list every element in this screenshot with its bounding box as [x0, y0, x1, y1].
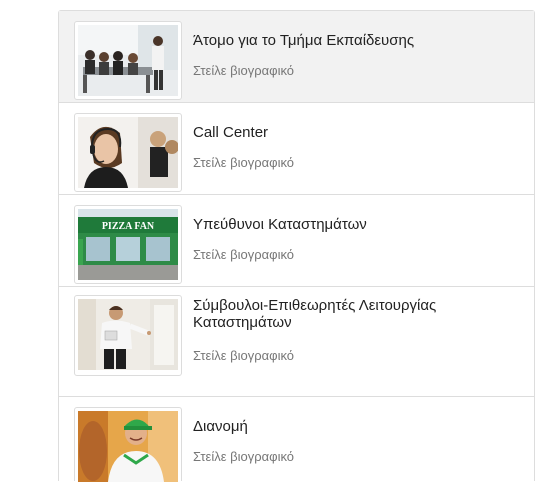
send-cv-link[interactable]: Στείλε βιογραφικό [193, 348, 294, 363]
job-thumbnail[interactable] [74, 113, 182, 192]
send-cv-link[interactable]: Στείλε βιογραφικό [193, 449, 294, 464]
send-cv-link[interactable]: Στείλε βιογραφικό [193, 155, 294, 170]
storefront-sign: PIZZA FAN [102, 221, 155, 232]
inspector-with-tablet-photo [78, 299, 178, 370]
job-item-store-managers[interactable]: PIZZA FAN Υπεύθυνοι Καταστημάτων Στείλε … [59, 195, 534, 287]
job-thumbnail[interactable]: PIZZA FAN [74, 205, 182, 284]
send-cv-link[interactable]: Στείλε βιογραφικό [193, 247, 294, 262]
job-thumbnail[interactable] [74, 295, 182, 376]
pizza-fan-storefront-photo: PIZZA FAN [78, 209, 178, 280]
job-title[interactable]: Διανομή [193, 418, 514, 435]
job-title[interactable]: Call Center [193, 124, 514, 141]
job-title[interactable]: Υπεύθυνοι Καταστημάτων [193, 216, 514, 233]
delivery-person-photo [78, 411, 178, 482]
job-item-inspectors[interactable]: Σύμβουλοι-Επιθεωρητές Λειτουργίας Καταστ… [59, 287, 534, 397]
job-thumbnail[interactable] [74, 21, 182, 100]
job-item-delivery[interactable]: Διανομή Στείλε βιογραφικό [59, 397, 534, 482]
job-listings: Άτομο για το Τμήμα Εκπαίδευσης Στείλε βι… [58, 10, 535, 482]
training-meeting-photo [78, 25, 178, 96]
job-item-call-center[interactable]: Call Center Στείλε βιογραφικό [59, 103, 534, 195]
job-title[interactable]: Άτομο για το Τμήμα Εκπαίδευσης [193, 32, 514, 49]
job-thumbnail[interactable] [74, 407, 182, 482]
job-item-training[interactable]: Άτομο για το Τμήμα Εκπαίδευσης Στείλε βι… [59, 11, 534, 103]
call-center-headset-photo [78, 117, 178, 188]
job-title[interactable]: Σύμβουλοι-Επιθεωρητές Λειτουργίας Καταστ… [193, 297, 514, 331]
send-cv-link[interactable]: Στείλε βιογραφικό [193, 63, 294, 78]
